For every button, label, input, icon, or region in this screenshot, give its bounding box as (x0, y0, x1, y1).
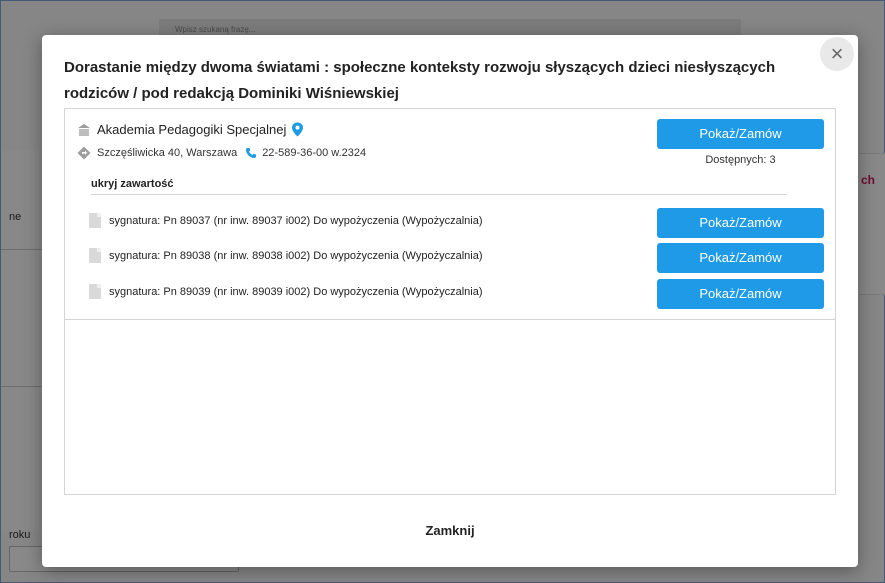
holding-item-text: sygnatura: Pn 89039 (nr inw. 89039 i002)… (109, 285, 483, 298)
holding-item: sygnatura: Pn 89039 (nr inw. 89039 i002)… (89, 284, 482, 299)
library-show-order-button[interactable]: Pokaż/Zamów (657, 119, 824, 149)
document-icon (89, 213, 101, 228)
library-name: Akademia Pedagogiki Specjalnej (97, 122, 287, 137)
holding-item: sygnatura: Pn 89037 (nr inw. 89037 i002)… (89, 213, 482, 228)
dialog-title: Dorastanie między dwoma światami : społe… (64, 59, 776, 102)
document-icon (89, 248, 101, 263)
library-address-row: Szczęśliwicka 40, Warszawa 22-589-36-00 … (77, 146, 366, 160)
library-name-row: Akademia Pedagogiki Specjalnej (77, 122, 304, 137)
item-show-order-button[interactable]: Pokaż/Zamów (657, 243, 824, 273)
available-count: Dostępnych: 3 (705, 154, 776, 166)
holding-item-text: sygnatura: Pn 89037 (nr inw. 89037 i002)… (109, 214, 483, 227)
divider (91, 194, 787, 195)
holdings-container: Akademia Pedagogiki Specjalnej Szczęśliw… (64, 108, 836, 495)
library-address: Szczęśliwicka 40, Warszawa (97, 147, 238, 159)
document-icon (89, 284, 101, 299)
library-section: Akademia Pedagogiki Specjalnej Szczęśliw… (65, 109, 835, 320)
holdings-dialog: × Dorastanie między dwoma światami : spo… (42, 35, 858, 567)
holding-item: sygnatura: Pn 89038 (nr inw. 89038 i002)… (89, 248, 482, 263)
library-phone: 22-589-36-00 w.2324 (262, 147, 367, 159)
holding-item-text: sygnatura: Pn 89038 (nr inw. 89038 i002)… (109, 249, 483, 262)
item-show-order-button[interactable]: Pokaż/Zamów (657, 279, 824, 309)
close-dialog-button[interactable]: Zamknij (42, 523, 858, 538)
map-pin-icon[interactable] (291, 122, 304, 137)
hide-contents-toggle[interactable]: ukryj zawartość (91, 178, 174, 190)
close-icon[interactable]: × (820, 37, 854, 71)
phone-icon (246, 148, 257, 158)
directions-icon (77, 146, 91, 160)
item-show-order-button[interactable]: Pokaż/Zamów (657, 208, 824, 238)
library-building-icon (78, 123, 90, 136)
